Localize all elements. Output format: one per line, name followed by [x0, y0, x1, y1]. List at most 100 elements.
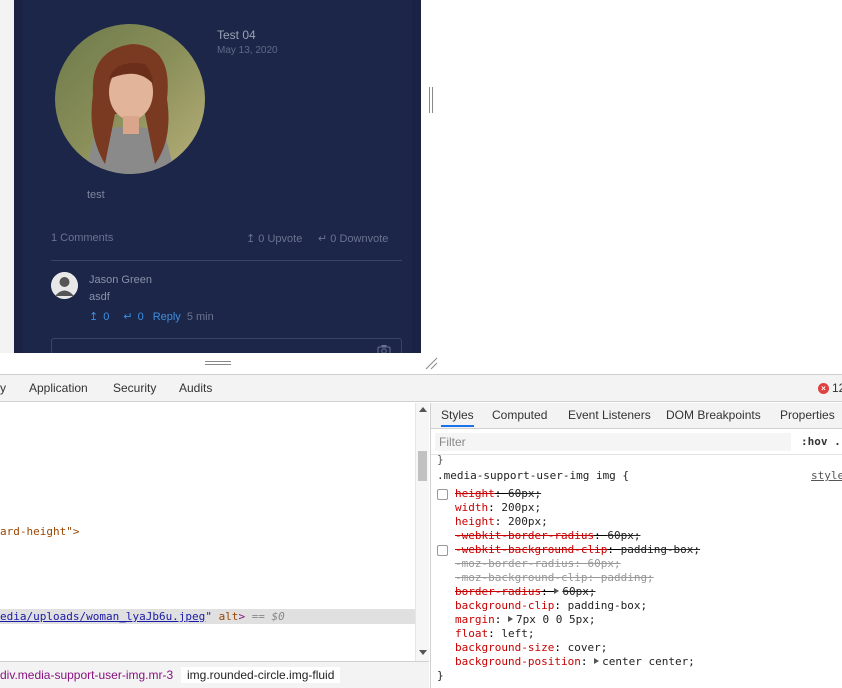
elements-tree: ard-height"> edia/uploads/woman_lyaJb6u.…: [0, 403, 415, 661]
rule-source-link[interactable]: style: [811, 469, 842, 482]
dom-line[interactable]: ard-height">: [0, 525, 79, 538]
horizontal-resize-handle[interactable]: [205, 360, 231, 366]
post-card: Test 04 May 13, 2020 test 1 Comments ↥ 0…: [14, 0, 421, 353]
decl-moz-clip[interactable]: -moz-background-clip: padding;: [455, 571, 654, 584]
dom-attr-fragment: ard-height">: [0, 525, 80, 538]
upvote-button[interactable]: ↥ 0 Upvote: [246, 232, 302, 245]
decl-background-size[interactable]: background-size: cover;: [455, 641, 607, 654]
comment-upvote-count: 0: [103, 310, 110, 323]
expand-triangle-icon[interactable]: [594, 658, 600, 664]
vertical-resize-handle[interactable]: [428, 87, 434, 113]
hov-label: :hov: [801, 435, 828, 448]
elements-scrollbar[interactable]: [415, 403, 429, 661]
error-counter[interactable]: × 12: [818, 381, 842, 395]
toggle-checkbox[interactable]: [437, 489, 448, 500]
breadcrumb-item-img[interactable]: img.rounded-circle.img-fluid: [181, 667, 341, 683]
downvote-label: 0 Downvote: [330, 233, 389, 245]
scroll-down-icon[interactable]: [419, 650, 427, 655]
prop-name: margin: [455, 613, 495, 626]
prop-name: -moz-border-radius: [455, 557, 575, 570]
prop-value: cover;: [567, 641, 608, 654]
styles-filter-input[interactable]: Filter: [435, 433, 791, 451]
comment-downvote-count: 0: [137, 310, 144, 323]
prop-value: padding-box;: [567, 599, 648, 612]
tab-audits[interactable]: Audits: [179, 381, 212, 395]
decl-border-radius[interactable]: border-radius: 60px;: [455, 585, 595, 598]
breadcrumb-item-div[interactable]: div.media-support-user-img.mr-3: [0, 667, 179, 683]
tab-application[interactable]: Application: [29, 381, 88, 395]
camera-icon[interactable]: [377, 344, 391, 353]
prop-name: background-position: [455, 655, 581, 668]
decl-float[interactable]: float: left;: [455, 627, 535, 640]
breadcrumb: div.media-support-user-img.mr-3 img.roun…: [0, 661, 429, 688]
filter-row: Filter :hov .: [431, 429, 842, 455]
comment-actions: ↥ 0 ↵ 0 Reply 5 min: [89, 310, 214, 324]
decl-moz-radius[interactable]: -moz-border-radius: 60px;: [455, 557, 621, 570]
comments-count[interactable]: 1 Comments: [51, 232, 113, 244]
tab-computed[interactable]: Computed: [492, 408, 547, 422]
reply-link[interactable]: Reply: [153, 311, 181, 323]
toggle-checkbox[interactable]: [437, 545, 448, 556]
comment-text: asdf: [89, 291, 110, 303]
prop-name: width: [455, 501, 489, 514]
hov-toggle[interactable]: :hov .: [801, 435, 841, 448]
woman-photo: [55, 24, 205, 174]
devtools-tabbar: y Application Security Audits × 12: [0, 375, 842, 402]
tab-styles[interactable]: Styles: [441, 408, 474, 427]
prop-value: 200px;: [501, 501, 542, 514]
rule-selector[interactable]: .media-support-user-img img {: [437, 469, 629, 482]
comment-time: 5 min: [186, 310, 214, 323]
comment-downvote-icon[interactable]: ↵: [123, 310, 132, 323]
comments-divider: [51, 260, 402, 261]
error-icon: ×: [818, 382, 829, 394]
comment-author: Jason Green: [89, 274, 152, 286]
prop-name: border-radius: [455, 585, 542, 598]
author-avatar: [55, 24, 205, 174]
downvote-button[interactable]: ↵ 0 Downvote: [318, 232, 388, 245]
scroll-up-icon[interactable]: [419, 407, 427, 412]
comment-input[interactable]: [51, 338, 402, 353]
prop-value: 60px;: [607, 529, 641, 542]
decl-webkit-radius[interactable]: -webkit-border-radius: 60px;: [455, 529, 640, 542]
resize-corner-icon[interactable]: [424, 356, 438, 370]
prop-name: -moz-background-clip: [455, 571, 588, 584]
img-src-link[interactable]: edia/uploads/woman_lyaJb6u.jpeg: [0, 610, 205, 623]
upvote-icon: ↥: [246, 233, 256, 245]
tab-event-listeners[interactable]: Event Listeners: [568, 408, 651, 422]
tab-memory[interactable]: y: [0, 381, 6, 395]
styles-tabbar: Styles Computed Event Listeners DOM Brea…: [431, 403, 842, 429]
decl-webkit-clip[interactable]: -webkit-background-clip: padding-box;: [455, 543, 700, 556]
prop-value: 7px 0 0 5px;: [516, 613, 596, 626]
cls-toggle[interactable]: .: [834, 435, 841, 448]
page-viewport: Test 04 May 13, 2020 test 1 Comments ↥ 0…: [0, 0, 842, 374]
downvote-icon: ↵: [318, 233, 328, 245]
scroll-thumb[interactable]: [418, 451, 427, 481]
prop-value: 200px;: [508, 515, 548, 528]
tag-close: >: [238, 610, 246, 623]
tab-security[interactable]: Security: [113, 381, 156, 395]
prop-value: 60px;: [587, 557, 621, 570]
decl-width[interactable]: width: 200px;: [455, 501, 541, 514]
prop-value: 60px;: [562, 585, 596, 598]
rule-closing-brace: }: [437, 669, 444, 682]
decl-height-200[interactable]: height: 200px;: [455, 515, 548, 528]
commenter-avatar: [51, 272, 78, 299]
dom-line-selected[interactable]: edia/uploads/woman_lyaJb6u.jpeg" alt> ==…: [0, 610, 285, 623]
styles-sidebar: Styles Computed Event Listeners DOM Brea…: [430, 403, 842, 688]
upvote-label: 0 Upvote: [258, 233, 303, 245]
user-placeholder-icon: [51, 272, 78, 299]
post-title: Test 04: [217, 28, 256, 42]
tab-dom-breakpoints[interactable]: DOM Breakpoints: [666, 408, 761, 422]
expand-triangle-icon[interactable]: [508, 616, 513, 622]
decl-margin[interactable]: margin: 7px 0 0 5px;: [455, 613, 595, 626]
expand-triangle-icon[interactable]: [554, 588, 560, 594]
tab-properties[interactable]: Properties: [780, 408, 835, 422]
comment-upvote-icon[interactable]: ↥: [89, 310, 98, 323]
decl-height-60[interactable]: height: 60px;: [455, 487, 541, 500]
prop-name: height: [455, 487, 495, 500]
prop-name: background-size: [455, 641, 555, 654]
decl-background-position[interactable]: background-position: center center;: [455, 655, 695, 668]
decl-background-clip[interactable]: background-clip: padding-box;: [455, 599, 647, 612]
prop-value: 60px;: [508, 487, 542, 500]
prop-value: padding;: [600, 571, 654, 584]
